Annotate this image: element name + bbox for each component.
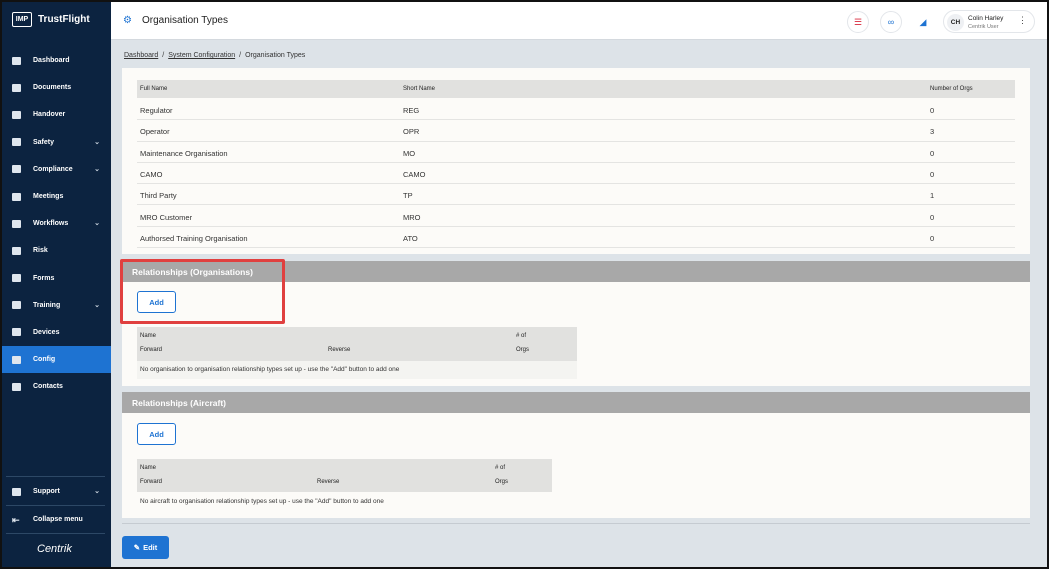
window-frame [0,0,1049,569]
